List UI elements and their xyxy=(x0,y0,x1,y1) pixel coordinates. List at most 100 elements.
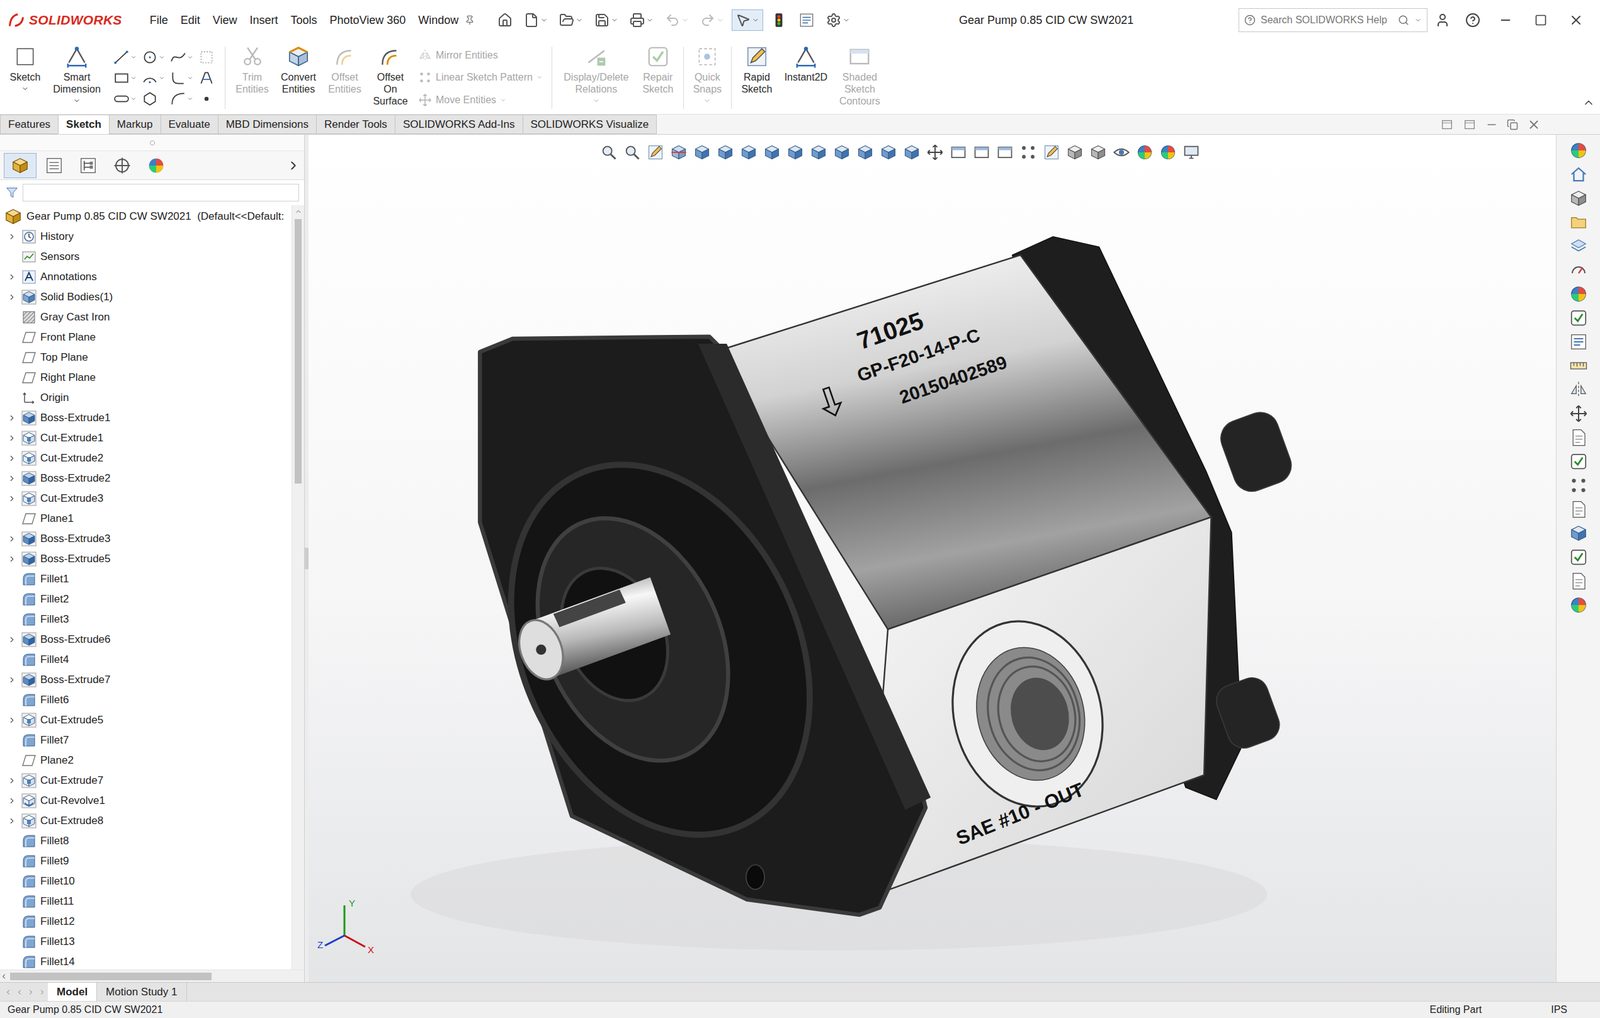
toolbox-icon[interactable] xyxy=(1569,523,1589,543)
status-units[interactable]: IPS xyxy=(1550,1004,1568,1016)
tree-item[interactable]: Right Plane xyxy=(0,367,292,388)
ribbon-button[interactable]: Trim Entities xyxy=(229,44,276,112)
offset-icon[interactable] xyxy=(378,44,403,69)
tree-item[interactable]: Cut-Extrude5 xyxy=(0,710,292,731)
front-view-icon[interactable] xyxy=(716,143,735,162)
appearances-icon[interactable] xyxy=(1569,284,1589,304)
ribbon-button[interactable]: Offset On Surface xyxy=(367,44,414,112)
fillet-icon[interactable] xyxy=(170,69,187,87)
move-tool-icon[interactable] xyxy=(1569,404,1589,424)
view-settings-icon[interactable] xyxy=(1159,143,1177,162)
command-tab[interactable]: SOLIDWORKS Visualize xyxy=(522,114,658,135)
rect-icon[interactable] xyxy=(847,44,872,69)
two-view-vertical-icon[interactable] xyxy=(996,143,1014,162)
horizontal-scrollbar[interactable] xyxy=(0,969,305,983)
check-icon[interactable] xyxy=(1569,452,1589,471)
pin-icon[interactable] xyxy=(464,15,475,26)
community-icon[interactable] xyxy=(1569,595,1589,615)
tree-item[interactable]: Front Plane xyxy=(0,327,292,348)
tree-item[interactable]: Fillet11 xyxy=(0,891,292,912)
search-field[interactable]: Search SOLIDWORKS Help xyxy=(1238,8,1428,33)
tree-item[interactable]: Boss-Extrude6 xyxy=(0,629,292,650)
back-view-icon[interactable] xyxy=(739,143,758,162)
view-palette-icon[interactable] xyxy=(1569,236,1589,256)
expand-icon[interactable] xyxy=(7,776,17,786)
relations-icon[interactable] xyxy=(584,44,609,69)
dropdown-icon[interactable] xyxy=(187,95,194,103)
rebuild-traffic-light-icon[interactable] xyxy=(770,11,788,29)
tree-item[interactable]: Boss-Extrude3 xyxy=(0,528,292,550)
sketch-tool[interactable] xyxy=(113,67,137,89)
section-view-icon[interactable] xyxy=(669,143,688,162)
bottom-tab[interactable]: Model xyxy=(47,982,97,1002)
ribbon-button[interactable]: Repair Sketch xyxy=(636,44,680,112)
menu-item[interactable]: PhotoView 360 xyxy=(323,10,412,31)
viewport-close-icon[interactable] xyxy=(1526,117,1541,132)
edit-appearance-icon[interactable] xyxy=(1112,143,1131,162)
tree-item[interactable]: Fillet12 xyxy=(0,911,292,932)
offset-icon[interactable] xyxy=(333,44,358,69)
expand-icon[interactable] xyxy=(7,272,17,282)
dimxpert-manager-icon[interactable] xyxy=(112,156,132,176)
expand-icon[interactable] xyxy=(7,413,17,423)
convert-icon[interactable] xyxy=(286,44,311,69)
performance-icon[interactable] xyxy=(1569,260,1589,280)
tile-icon[interactable] xyxy=(1440,117,1454,132)
sketch-tool[interactable] xyxy=(198,46,215,68)
undo-icon[interactable] xyxy=(664,12,681,28)
select-pointer-icon[interactable] xyxy=(735,12,751,28)
tree-item[interactable]: History xyxy=(0,226,292,247)
panel-tab[interactable] xyxy=(139,153,173,179)
link-views-icon[interactable] xyxy=(1042,143,1061,162)
tree-item[interactable]: Fillet1 xyxy=(0,569,292,590)
dimetric-view-icon[interactable] xyxy=(902,143,921,162)
display-manager-icon[interactable] xyxy=(146,156,166,176)
polygon-icon[interactable] xyxy=(141,90,159,108)
pointbox-icon[interactable] xyxy=(198,49,215,66)
tree-item[interactable]: Annotations xyxy=(0,266,292,288)
command-tab[interactable]: Sketch xyxy=(57,114,110,135)
dimension-icon[interactable] xyxy=(64,44,89,69)
command-tab[interactable]: Markup xyxy=(108,114,162,135)
feature-manager-icon[interactable] xyxy=(10,156,30,176)
menu-item[interactable]: Tools xyxy=(283,10,324,31)
circle-icon[interactable] xyxy=(141,49,159,66)
home-button[interactable] xyxy=(493,9,517,31)
dropdown-icon[interactable] xyxy=(130,54,137,61)
tree-item[interactable]: Plane1 xyxy=(0,508,292,529)
logo[interactable]: SOLIDWORKS xyxy=(7,11,144,29)
dropdown-icon[interactable] xyxy=(73,96,81,105)
filter-icon[interactable] xyxy=(5,185,19,200)
dropdown-icon[interactable] xyxy=(681,16,689,24)
design-library-icon[interactable] xyxy=(1569,188,1589,208)
dropdown-icon[interactable] xyxy=(499,96,507,104)
tree-item[interactable]: Fillet14 xyxy=(0,952,292,970)
zoom-area-icon[interactable] xyxy=(623,143,642,162)
ribbon-button[interactable]: Quick Snaps xyxy=(687,44,728,112)
ribbon-button[interactable]: Convert Entities xyxy=(275,44,322,112)
command-tab[interactable]: Features xyxy=(0,114,59,135)
first-tab-icon[interactable] xyxy=(4,988,12,997)
minimize-icon[interactable] xyxy=(1498,13,1513,28)
user-button[interactable] xyxy=(1427,7,1458,33)
curve-icon[interactable] xyxy=(170,90,187,108)
dropdown-icon[interactable] xyxy=(187,54,194,61)
configuration-manager-icon[interactable] xyxy=(78,156,98,176)
dropdown-icon[interactable] xyxy=(751,16,760,24)
spline-icon[interactable] xyxy=(170,49,187,66)
hide-show-items-icon[interactable] xyxy=(1089,143,1107,162)
tree-item[interactable]: Boss-Extrude1 xyxy=(0,408,292,429)
expand-icon[interactable] xyxy=(7,292,17,302)
tree-item[interactable]: Cut-Extrude7 xyxy=(0,770,292,791)
expand-icon[interactable] xyxy=(7,433,17,443)
search-icon[interactable] xyxy=(1397,14,1410,26)
previous-view-icon[interactable] xyxy=(646,143,665,162)
minimize-button[interactable] xyxy=(1487,7,1524,33)
command-tab[interactable]: SOLIDWORKS Add-Ins xyxy=(394,114,524,135)
ribbon-button[interactable]: Smart Dimension xyxy=(46,44,108,112)
dropdown-icon[interactable] xyxy=(158,74,165,82)
undo-button[interactable] xyxy=(661,9,693,31)
slot-icon[interactable] xyxy=(113,90,130,108)
dimension-icon[interactable] xyxy=(794,44,818,69)
vertical-scrollbar[interactable] xyxy=(291,205,305,970)
